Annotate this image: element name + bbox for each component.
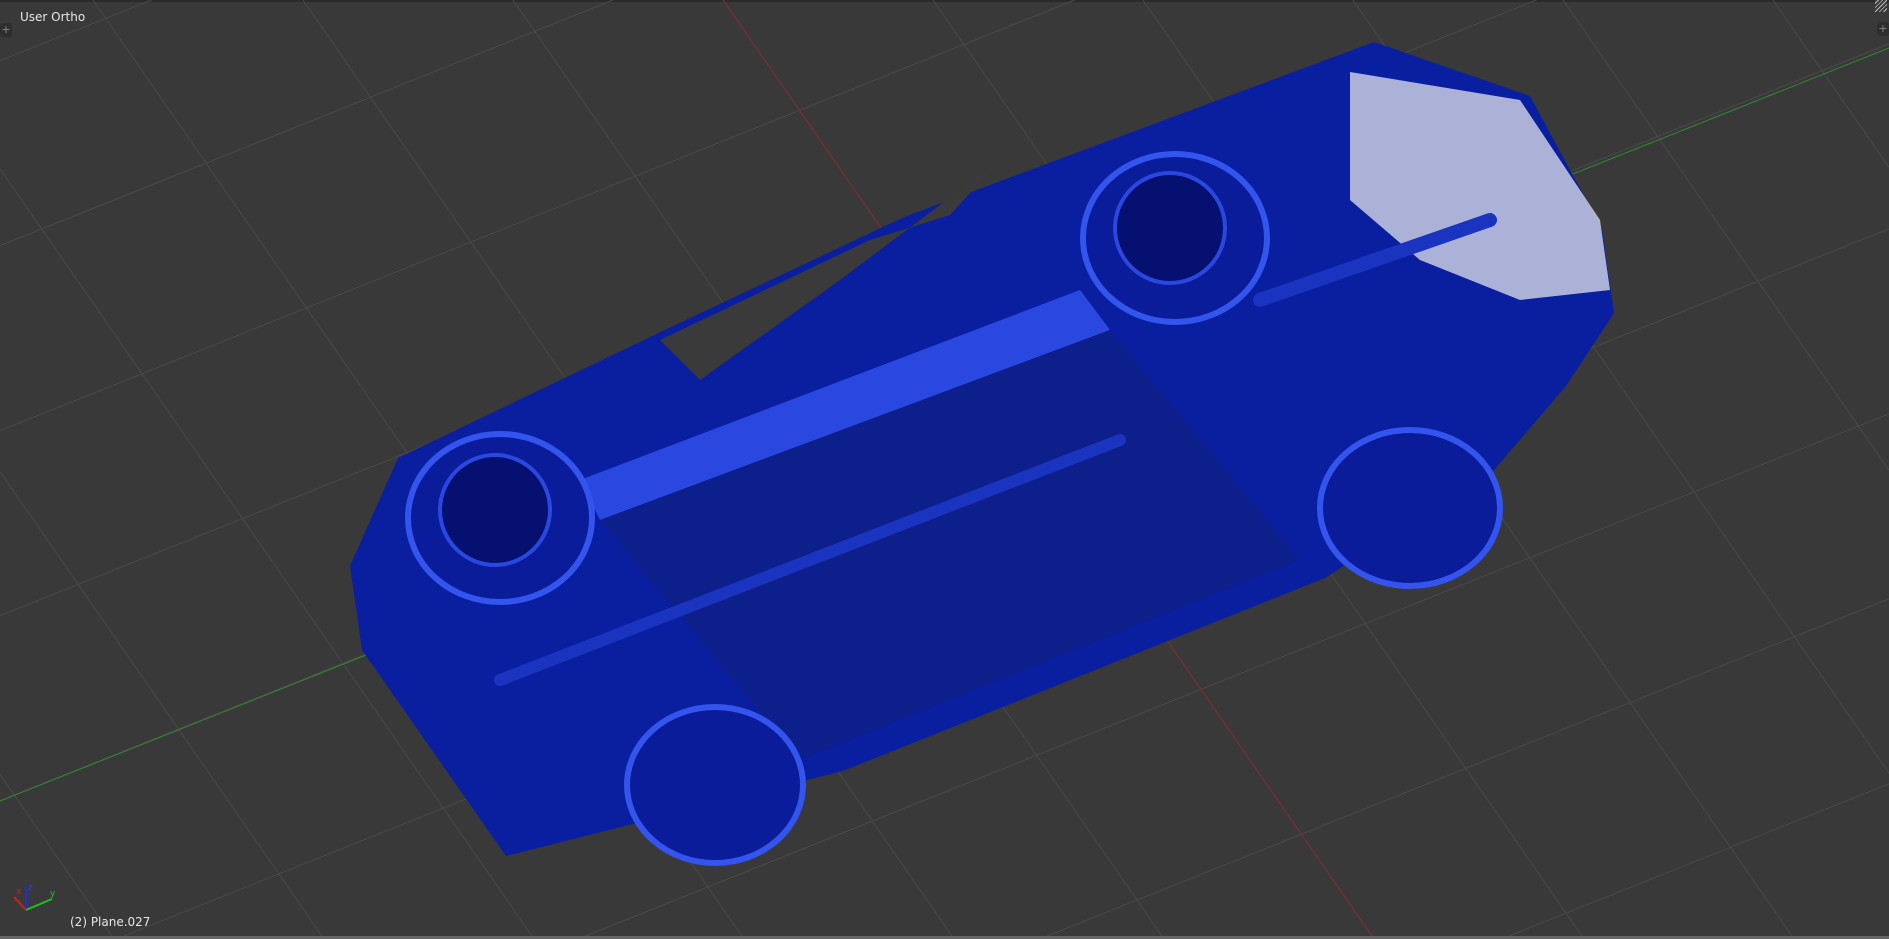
active-object-label: (2) Plane.027 (70, 915, 151, 929)
wheel-rear-left (1080, 151, 1270, 325)
axis-gizmo: x z y (13, 883, 56, 911)
wheel-rear-right (1317, 427, 1503, 589)
properties-toggle-plus-icon[interactable]: + (1877, 22, 1889, 36)
toolbar-toggle-plus-icon[interactable]: + (0, 23, 12, 37)
grid-line (0, 0, 614, 247)
grid-line (1501, 783, 1889, 939)
wheel-front-left (405, 431, 595, 605)
grid-line (1562, 0, 1889, 471)
3d-viewport[interactable]: + + User Ortho x z y (2) Plane.027 (0, 0, 1889, 939)
gizmo-y-label: y (50, 889, 56, 899)
area-split-corner-icon[interactable] (1875, 0, 1887, 12)
car-model[interactable] (350, 42, 1614, 866)
grid-line (0, 471, 325, 939)
gizmo-z-label: z (28, 883, 33, 893)
gizmo-x-label: x (16, 887, 22, 897)
gizmo-y-line (25, 898, 53, 911)
wheel-front-right (624, 704, 806, 866)
scene-canvas[interactable] (0, 0, 1889, 939)
view-name-label: User Ortho (20, 10, 86, 24)
gizmo-x-line (13, 896, 27, 911)
grid-line (1039, 598, 1889, 939)
